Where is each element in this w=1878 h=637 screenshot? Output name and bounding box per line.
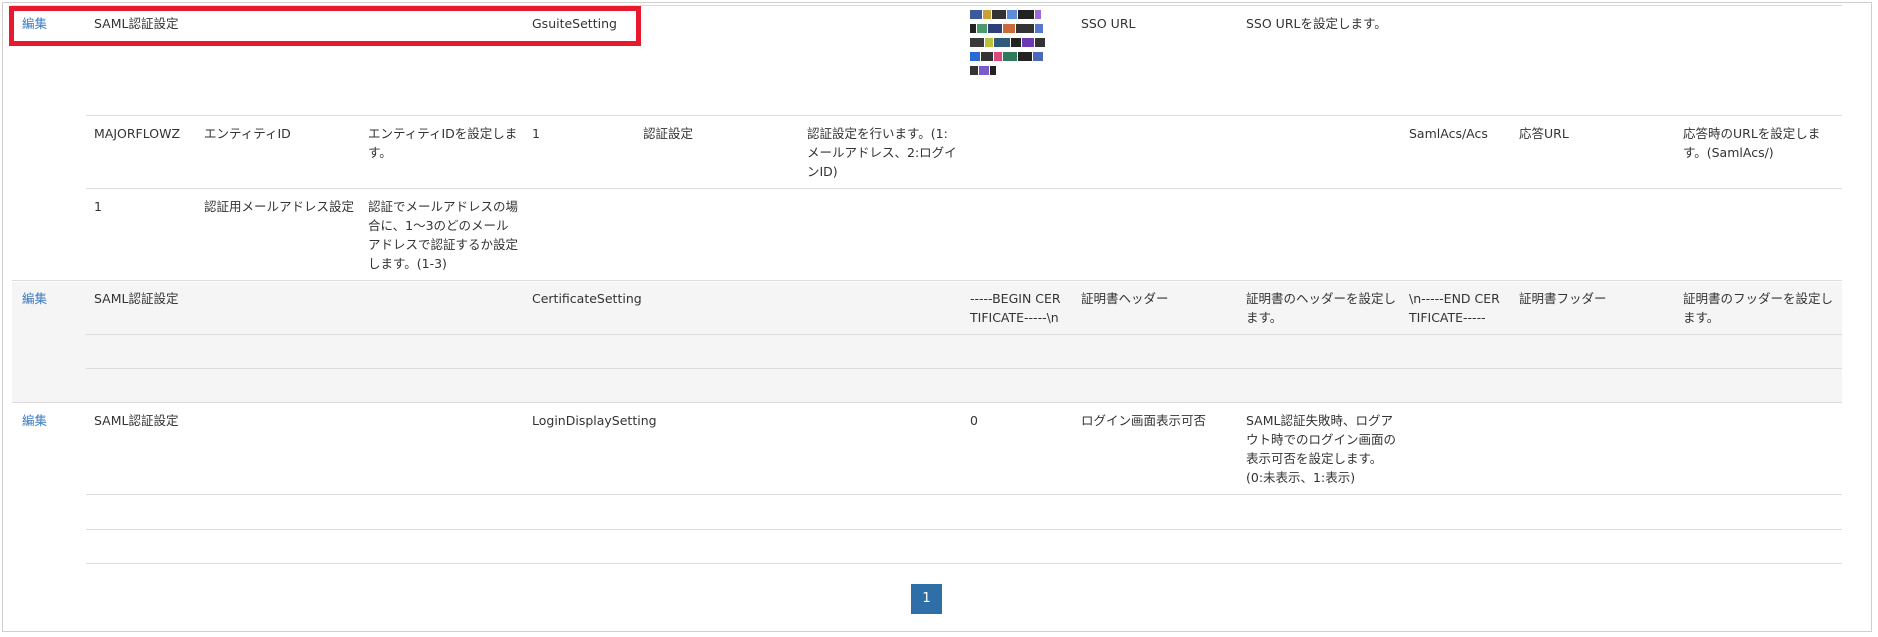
divider	[86, 188, 1842, 189]
pagination-page-button[interactable]: 1	[911, 584, 942, 614]
setting-value-cell: 0	[970, 413, 978, 428]
setting-value-cell: SamlAcs/Acs	[1409, 126, 1488, 141]
group-cell: MAJORFLOWZ	[94, 126, 181, 141]
category-cell: SAML認証設定	[94, 16, 179, 31]
edit-link[interactable]: 編集	[22, 14, 47, 33]
divider	[12, 280, 1842, 281]
setting-value-cell: 1	[94, 199, 102, 214]
setting-desc-cell: 応答時のURLを設定します。(SamlAcs/)	[1683, 126, 1821, 160]
setting-key-cell: 応答URL	[1519, 126, 1569, 141]
setting-desc-cell: 認証でメールアドレスの場合に、1～3のどのメールアドレスで認証するか設定します。…	[368, 199, 519, 271]
setting-key-cell: 証明書ヘッダー	[1081, 291, 1169, 306]
setting-key-cell: ログイン画面表示可否	[1081, 413, 1207, 428]
key-cell: GsuiteSetting	[532, 16, 617, 31]
divider	[86, 115, 1842, 116]
setting-desc-cell: エンティティIDを設定します。	[368, 126, 518, 160]
divider	[12, 402, 1842, 403]
setting-desc-cell: 証明書のフッダーを設定します。	[1683, 291, 1834, 325]
blurred-image-icon	[970, 10, 1048, 98]
setting-value-cell: 1	[532, 126, 540, 141]
setting-desc-cell: 証明書のヘッダーを設定します。	[1246, 291, 1397, 325]
setting-key-cell: エンティティID	[204, 126, 291, 141]
key-cell: CertificateSetting	[532, 291, 642, 306]
divider	[86, 529, 1842, 530]
setting-key-cell: 証明書フッダー	[1519, 291, 1607, 306]
setting-value-cell: \n-----END CERTIFICATE-----	[1409, 291, 1500, 325]
edit-link[interactable]: 編集	[22, 289, 47, 308]
edit-link[interactable]: 編集	[22, 411, 47, 430]
divider	[86, 334, 1842, 335]
category-cell: SAML認証設定	[94, 291, 179, 306]
setting-desc-cell: SAML認証失敗時、ログアウト時でのログイン画面の表示可否を設定します。(0:未…	[1246, 413, 1397, 485]
setting-key-cell: 認証用メールアドレス設定	[204, 199, 355, 214]
setting-desc-cell: 認証設定を行います。(1:メールアドレス、2:ログインID)	[807, 126, 957, 179]
value-label-cell: SSO URL	[1081, 16, 1136, 31]
setting-value-cell: -----BEGIN CERTIFICATE-----\n	[970, 291, 1061, 325]
divider	[86, 494, 1842, 495]
key-cell: LoginDisplaySetting	[532, 413, 657, 428]
category-cell: SAML認証設定	[94, 413, 179, 428]
value-desc-cell: SSO URLを設定します。	[1246, 16, 1387, 31]
divider	[86, 563, 1842, 564]
setting-key-cell: 認証設定	[643, 126, 694, 141]
divider	[86, 368, 1842, 369]
